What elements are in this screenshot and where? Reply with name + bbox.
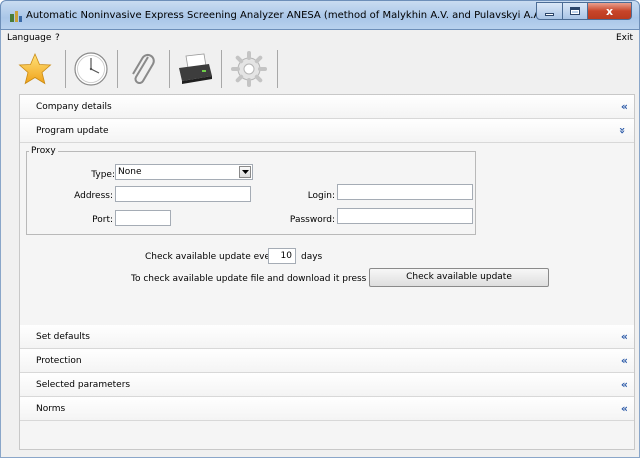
menu-help[interactable]: ? [55,33,60,43]
minimize-icon [545,12,554,16]
proxy-address-label: Address: [74,191,113,201]
section-selected-parameters[interactable]: Selected parameters « [20,373,634,397]
proxy-type-label: Type: [91,170,115,180]
section-norms[interactable]: Norms « [20,397,634,421]
close-icon: x [605,4,614,18]
toolbar-separator [169,50,170,88]
section-company-details[interactable]: Company details « [20,95,634,119]
section-label: Company details [36,102,112,112]
toolbar-separator [65,50,66,88]
proxy-login-label: Login: [307,191,335,201]
proxy-password-label: Password: [289,215,335,225]
days-label: days [301,252,323,262]
expand-chevron-icon[interactable]: « [621,378,628,391]
check-every-label: Check available update every [145,252,280,262]
section-label: Program update [36,126,109,136]
proxy-address-input[interactable] [115,186,251,202]
toolbar [0,46,640,92]
minimize-button[interactable] [536,2,563,20]
paperclip-icon [132,53,155,84]
section-label: Set defaults [36,332,90,342]
proxy-group: Proxy Type: None Address: Port: Login: P… [26,146,476,235]
section-label: Selected parameters [36,380,131,390]
maximize-icon [570,7,580,15]
proxy-type-value: None [118,167,142,177]
gear-icon [231,51,267,87]
title-bar: Automatic Noninvasive Express Screening … [0,0,640,30]
settings-button[interactable] [229,48,269,90]
section-set-defaults[interactable]: Set defaults « [20,325,634,349]
section-protection[interactable]: Protection « [20,349,634,373]
section-label: Protection [36,356,82,366]
expand-chevron-icon[interactable]: « [621,354,628,367]
proxy-port-input[interactable] [115,210,171,226]
settings-panel: Company details « Program update » Proxy… [19,94,635,450]
dropdown-arrow-icon[interactable] [239,166,251,178]
star-button[interactable] [15,48,55,90]
menu-bar: Language ? Exit [0,30,640,46]
printer-icon [179,53,212,84]
check-update-button[interactable]: Check available update [369,268,549,287]
menu-exit[interactable]: Exit [616,33,633,43]
proxy-port-label: Port: [92,215,113,225]
expand-chevron-icon[interactable]: « [621,402,628,415]
app-icon [10,11,22,22]
clock-icon [74,52,108,86]
proxy-login-input[interactable] [337,184,473,200]
section-program-update[interactable]: Program update » [20,119,634,143]
toolbar-separator [117,50,118,88]
clock-button[interactable] [71,48,111,90]
toolbar-separator [221,50,222,88]
main-area: Company details « Program update » Proxy… [0,92,640,458]
proxy-password-input[interactable] [337,208,473,224]
maximize-button[interactable] [563,2,588,20]
update-instruction: To check available update file and downl… [131,274,402,284]
expand-chevron-icon[interactable]: « [621,330,628,343]
update-interval-input[interactable]: 10 [268,248,296,264]
star-icon [18,52,52,85]
collapse-chevron-icon[interactable]: » [616,127,629,134]
proxy-group-label: Proxy [29,146,58,156]
window-title: Automatic Noninvasive Express Screening … [26,10,548,21]
section-label: Norms [36,404,66,414]
menu-language[interactable]: Language [7,33,51,43]
proxy-type-select[interactable]: None [115,164,253,180]
close-button[interactable]: x [588,2,632,20]
print-button[interactable] [175,48,215,90]
toolbar-separator [277,50,278,88]
expand-chevron-icon[interactable]: « [621,100,628,113]
paperclip-button[interactable] [123,48,163,90]
